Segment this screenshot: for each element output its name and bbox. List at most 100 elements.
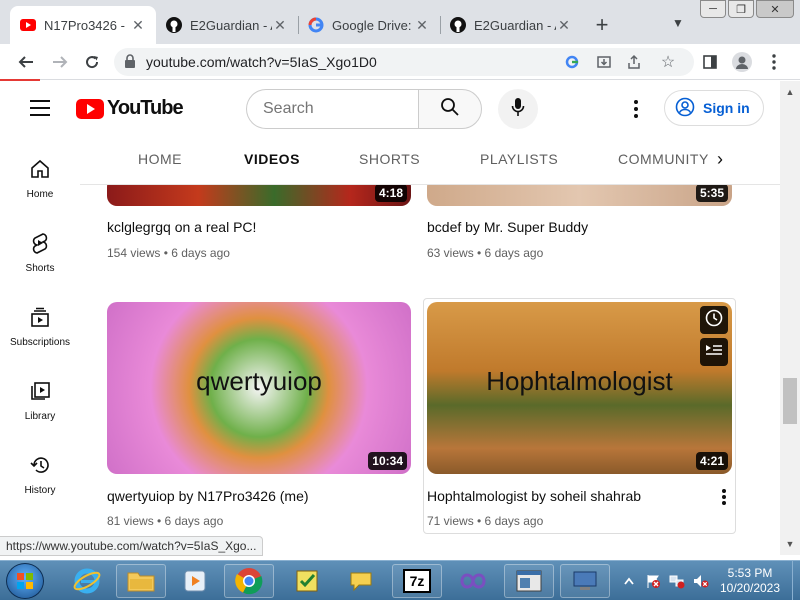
- tab-shorts[interactable]: SHORTS: [359, 151, 420, 167]
- youtube-wordmark: YouTube: [107, 97, 184, 119]
- video-title[interactable]: bcdef by Mr. Super Buddy: [427, 219, 588, 235]
- guide-item-shorts[interactable]: Shorts: [0, 211, 80, 283]
- close-icon[interactable]: ✕: [130, 17, 146, 34]
- scroll-down-arrow-icon[interactable]: ▼: [784, 539, 796, 551]
- duration-badge: 4:18: [374, 185, 407, 202]
- visual-studio-icon[interactable]: [448, 564, 498, 598]
- channel-tabs: HOME VIDEOS SHORTS PLAYLISTS COMMUNITY ›: [80, 137, 780, 185]
- browser-tab-github-2[interactable]: E2Guardian - A ✕: [440, 6, 582, 44]
- project-checklist-icon[interactable]: [282, 564, 332, 598]
- shorts-icon: [28, 231, 52, 255]
- tab-videos[interactable]: VIDEOS: [244, 151, 300, 167]
- forward-arrow-icon[interactable]: [48, 50, 72, 74]
- browser-toolbar: youtube.com/watch?v=5IaS_Xgo1D0 ☆: [0, 44, 800, 80]
- google-lens-icon[interactable]: [560, 50, 584, 74]
- show-hidden-icons-chevron-up-icon[interactable]: [620, 573, 638, 589]
- guide-item-subscriptions[interactable]: Subscriptions: [0, 285, 80, 357]
- video-title[interactable]: qwertyuiop by N17Pro3426 (me): [107, 488, 309, 504]
- video-thumbnail[interactable]: qwertyuiop 10:34: [107, 302, 411, 474]
- chevron-right-icon[interactable]: ›: [708, 149, 732, 170]
- guide-item-home[interactable]: Home: [0, 137, 80, 209]
- tab-home[interactable]: HOME: [138, 151, 182, 167]
- taskbar-clock[interactable]: 5:53 PM 10/20/2023: [710, 566, 790, 596]
- network-icon[interactable]: [668, 573, 686, 589]
- sign-in-label: Sign in: [703, 100, 750, 116]
- tab-search-chevron-down-icon[interactable]: ▼: [672, 16, 684, 30]
- voice-search-button[interactable]: [498, 89, 538, 129]
- scroll-up-arrow-icon[interactable]: ▲: [784, 87, 796, 99]
- side-panel-icon[interactable]: [698, 50, 722, 74]
- guide-sidebar: Home Shorts Subscriptions Library Histor…: [0, 137, 80, 535]
- scrollbar-thumb[interactable]: [783, 378, 797, 424]
- browser-tab-youtube[interactable]: N17Pro3426 - ✕: [10, 6, 156, 44]
- close-icon[interactable]: ✕: [556, 17, 572, 34]
- guide-label: History: [24, 485, 56, 496]
- bookmark-star-icon[interactable]: ☆: [656, 50, 680, 74]
- google-icon: [308, 17, 324, 33]
- youtube-icon: [20, 17, 36, 33]
- install-app-icon[interactable]: [592, 50, 616, 74]
- video-meta: 81 views • 6 days ago: [107, 514, 224, 528]
- guide-label: Shorts: [25, 263, 55, 274]
- chrome-icon[interactable]: [224, 564, 274, 598]
- back-arrow-icon[interactable]: [14, 50, 38, 74]
- remote-desktop-icon[interactable]: [560, 564, 610, 598]
- url-text: youtube.com/watch?v=5IaS_Xgo1D0: [146, 54, 377, 70]
- youtube-play-icon: [76, 98, 104, 119]
- maximize-button[interactable]: ❐: [728, 0, 754, 18]
- youtube-logo[interactable]: YouTube: [76, 97, 184, 120]
- duration-badge: 10:34: [368, 452, 407, 470]
- chat-bubble-icon[interactable]: [336, 564, 386, 598]
- search-icon: [440, 97, 460, 122]
- address-bar[interactable]: youtube.com/watch?v=5IaS_Xgo1D0 ☆: [114, 48, 694, 76]
- close-window-button[interactable]: ✕: [756, 0, 794, 18]
- profile-avatar-icon[interactable]: [730, 50, 754, 74]
- home-icon: [28, 157, 52, 181]
- video-thumbnail[interactable]: 5:35: [427, 185, 732, 206]
- tab-playlists[interactable]: PLAYLISTS: [480, 151, 558, 167]
- reload-icon[interactable]: [80, 50, 104, 74]
- video-hover-card: [423, 298, 736, 534]
- guide-item-history[interactable]: History: [0, 433, 80, 505]
- close-icon[interactable]: ✕: [272, 17, 288, 34]
- search-button[interactable]: [418, 89, 482, 129]
- guide-item-library[interactable]: Library: [0, 359, 80, 431]
- sign-in-button[interactable]: Sign in: [664, 90, 764, 126]
- browser-menu-icon[interactable]: [762, 50, 786, 74]
- settings-more-icon[interactable]: [626, 97, 646, 121]
- github-icon: [166, 17, 182, 33]
- video-thumbnail[interactable]: 4:18: [107, 185, 411, 206]
- close-icon[interactable]: ✕: [414, 17, 430, 34]
- video-meta: 154 views • 6 days ago: [107, 246, 230, 260]
- volume-muted-icon[interactable]: [692, 573, 710, 589]
- media-player-icon[interactable]: [170, 564, 220, 598]
- system-tray: [620, 561, 716, 600]
- new-tab-button[interactable]: +: [590, 14, 614, 36]
- tab-title: N17Pro3426 -: [44, 17, 125, 33]
- internet-explorer-icon[interactable]: [62, 564, 112, 598]
- library-icon: [28, 379, 52, 403]
- clock-date: 10/20/2023: [719, 581, 781, 595]
- show-desktop-button[interactable]: [792, 561, 800, 600]
- link-status-bubble: https://www.youtube.com/watch?v=5IaS_Xgo…: [0, 536, 264, 556]
- menu-icon[interactable]: [30, 100, 50, 121]
- microphone-icon: [511, 97, 525, 122]
- minimize-button[interactable]: ─: [700, 0, 726, 18]
- 7zip-icon[interactable]: 7z: [392, 564, 442, 598]
- tab-community[interactable]: COMMUNITY: [618, 151, 708, 167]
- action-center-flag-icon[interactable]: [644, 573, 662, 589]
- search-input[interactable]: [246, 89, 418, 129]
- browser-tab-google-drive[interactable]: Google Drive: S ✕: [298, 6, 440, 44]
- share-icon[interactable]: [622, 50, 646, 74]
- page-scrollbar[interactable]: ▲ ▼: [780, 81, 800, 555]
- tab-title: E2Guardian - A: [474, 17, 556, 33]
- video-title[interactable]: kclglegrgq on a real PC!: [107, 219, 256, 235]
- start-button[interactable]: [6, 563, 44, 599]
- file-explorer-icon[interactable]: [116, 564, 166, 598]
- window-app-icon[interactable]: [504, 564, 554, 598]
- guide-label: Subscriptions: [9, 337, 71, 348]
- history-icon: [28, 453, 52, 477]
- video-meta: 63 views • 6 days ago: [427, 246, 544, 260]
- windows-taskbar: 7z 5:53 PM 10/20/2023: [0, 560, 800, 600]
- browser-tab-github-1[interactable]: E2Guardian - A ✕: [156, 6, 298, 44]
